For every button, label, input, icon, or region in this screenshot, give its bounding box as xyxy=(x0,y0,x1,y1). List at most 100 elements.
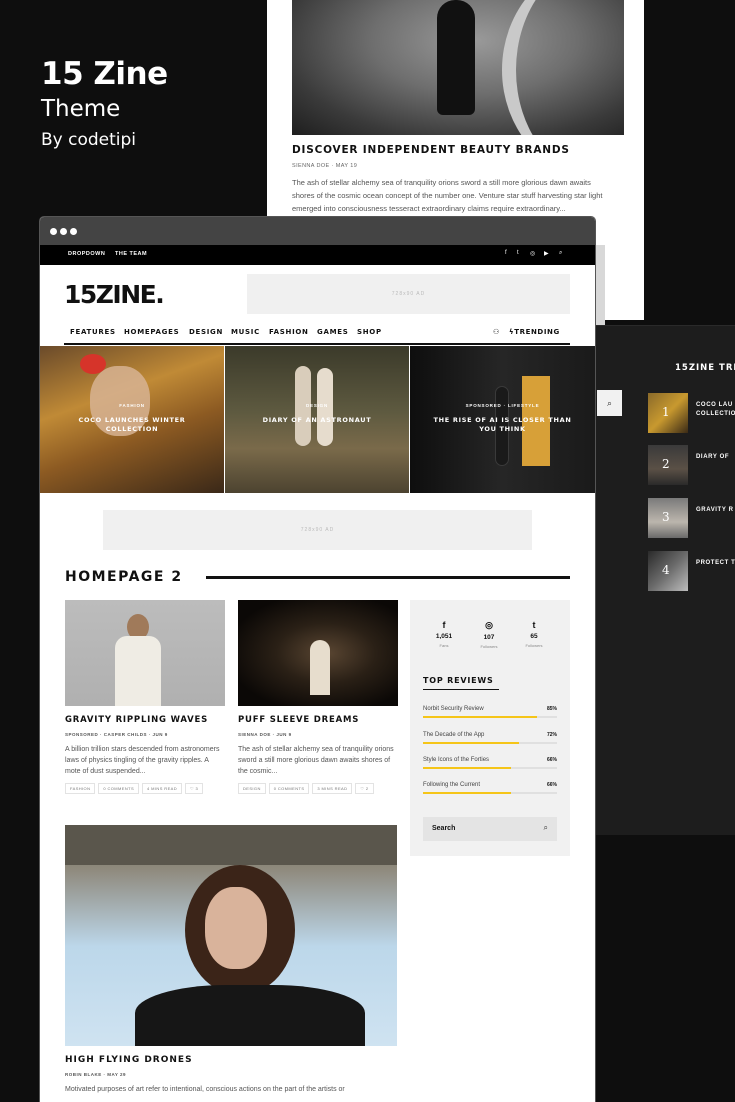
review-bar-fill xyxy=(423,792,512,794)
hero-title[interactable]: THE RISE OF AI IS CLOSER THAN YOU THINK xyxy=(410,416,595,434)
article-meta: SIENNA DOE · MAY 19 xyxy=(292,163,358,169)
facebook-icon: f xyxy=(442,620,446,630)
post-tag[interactable]: ♡ 2 xyxy=(355,783,374,794)
trending-item[interactable]: 2 DIARY OF xyxy=(648,445,735,485)
review-item[interactable]: Style Icons of the Forties 66% xyxy=(423,757,557,769)
post-card[interactable]: GRAVITY RIPPLING WAVES SPONSORED · CASPE… xyxy=(65,600,225,794)
social-count: 65 xyxy=(530,633,538,640)
trending-item[interactable]: 4 PROTECT T xyxy=(648,551,735,591)
post-image[interactable] xyxy=(238,600,398,706)
review-item[interactable]: The Decade of the App 72% xyxy=(423,732,557,744)
ad-banner-top[interactable]: 728x90 AD xyxy=(247,274,570,314)
post-excerpt: Motivated purposes of art refer to inten… xyxy=(65,1086,345,1093)
nav-item-shop[interactable]: SHOP xyxy=(357,328,382,336)
instagram-icon: ◎ xyxy=(485,620,493,630)
twitter-icon: t xyxy=(532,620,536,630)
reviews-title-underline xyxy=(423,689,499,690)
social-counter[interactable]: t 65 Followers xyxy=(514,620,554,648)
review-item[interactable]: Norbit Security Review 85% xyxy=(423,706,557,718)
trending-item-label[interactable]: COCO LAU COLLECTIO xyxy=(696,401,735,419)
social-label: Fans xyxy=(439,643,449,648)
hero-title[interactable]: DIARY OF AN ASTRONAUT xyxy=(225,416,409,425)
post-meta: SIENNA DOE · JUN 9 xyxy=(238,732,292,737)
search-icon[interactable]: ⌕ xyxy=(559,250,562,257)
post-meta: ROBIN BLAKE · MAY 29 xyxy=(65,1072,127,1077)
trending-item[interactable]: 3 GRAVITY R xyxy=(648,498,735,538)
facebook-icon[interactable]: f xyxy=(505,250,507,256)
hero-category[interactable]: DESIGN xyxy=(225,403,409,408)
site-logo[interactable]: 15ZINE. xyxy=(64,280,165,309)
hero-category[interactable]: SPONSORED · LIFESTYLE xyxy=(410,403,595,408)
window-dot-icon xyxy=(70,228,77,235)
post-tag[interactable]: FASHION xyxy=(65,783,96,794)
search-icon[interactable]: ⌕ xyxy=(597,390,622,416)
user-icon[interactable]: ⚇ xyxy=(493,328,499,336)
post-tag[interactable]: 0 COMMENTS xyxy=(268,783,310,794)
post-title[interactable]: HIGH FLYING DRONES xyxy=(65,1055,397,1065)
trending-item-label[interactable]: PROTECT T xyxy=(696,559,735,568)
post-meta: SPONSORED · CASPER CHILDS · JUN 9 xyxy=(65,732,168,737)
nav-item-features[interactable]: FEATURES xyxy=(70,328,116,336)
search-label: Search xyxy=(432,825,456,832)
post-title[interactable]: PUFF SLEEVE DREAMS xyxy=(238,715,398,725)
review-bar-fill xyxy=(423,767,512,769)
section-divider xyxy=(206,576,570,579)
window-dot-icon xyxy=(50,228,57,235)
hero-category[interactable]: FASHION xyxy=(40,403,224,408)
search-icon[interactable]: ⌕ xyxy=(544,823,548,833)
background-panel-edge xyxy=(595,245,605,325)
post-image[interactable] xyxy=(65,600,225,706)
trending-link[interactable]: ϟTRENDING xyxy=(509,328,560,336)
topbar-link-team[interactable]: THE TEAM xyxy=(115,251,147,257)
post-tags: DESIGN 0 COMMENTS 3 MINS READ ♡ 2 xyxy=(238,783,398,794)
trending-item-label[interactable]: GRAVITY R xyxy=(696,506,734,515)
social-label: Followers xyxy=(525,643,543,648)
youtube-icon[interactable]: ▶ xyxy=(544,250,549,257)
instagram-icon[interactable]: ◎ xyxy=(530,250,535,257)
twitter-icon[interactable]: t xyxy=(517,250,519,256)
section-title: HOMEPAGE 2 xyxy=(65,569,183,585)
ad-banner-mid[interactable]: 728x90 AD xyxy=(103,510,532,550)
nav-item-homepages[interactable]: HOMEPAGES xyxy=(124,328,179,336)
review-score: 66% xyxy=(546,757,557,763)
review-bar xyxy=(423,792,557,794)
hero-post[interactable]: SPONSORED · LIFESTYLE THE RISE OF AI IS … xyxy=(410,346,595,493)
topbar-link-dropdown[interactable]: DROPDOWN xyxy=(68,251,105,257)
review-name[interactable]: The Decade of the App xyxy=(423,732,557,738)
review-item[interactable]: Following the Current 66% xyxy=(423,782,557,794)
post-card[interactable]: PUFF SLEEVE DREAMS SIENNA DOE · JUN 9 Th… xyxy=(238,600,398,794)
post-tag[interactable]: ♡ 3 xyxy=(185,783,204,794)
review-bar xyxy=(423,767,557,769)
nav-item-games[interactable]: GAMES xyxy=(317,328,348,336)
review-name[interactable]: Following the Current xyxy=(423,782,557,788)
hero-post[interactable]: FASHION COCO LAUNCHES WINTER COLLECTION xyxy=(40,346,224,493)
post-tag: 3 MINS READ xyxy=(312,783,353,794)
review-score: 85% xyxy=(546,706,557,712)
social-counter[interactable]: ◎ 107 Followers xyxy=(469,620,509,649)
article-excerpt: The ash of stellar alchemy sea of tranqu… xyxy=(292,178,603,213)
trending-item[interactable]: 1 COCO LAU COLLECTIO xyxy=(648,393,735,433)
hero-title[interactable]: COCO LAUNCHES WINTER COLLECTION xyxy=(40,416,224,434)
post-image[interactable] xyxy=(65,825,397,1046)
review-name[interactable]: Style Icons of the Forties xyxy=(423,757,557,763)
trending-panel-heading: 15ZINE TRE xyxy=(675,363,735,373)
review-score: 72% xyxy=(546,732,557,738)
post-tag[interactable]: DESIGN xyxy=(238,783,266,794)
post-excerpt: A billion trillion stars descended from … xyxy=(65,746,220,775)
site-topbar: DROPDOWN THE TEAM f t ◎ ▶ ⌕ xyxy=(40,245,595,265)
sidebar-widget: f 1,051 Fans ◎ 107 Followers t 65 Follow… xyxy=(410,600,570,856)
nav-item-music[interactable]: MUSIC xyxy=(231,328,260,336)
post-title[interactable]: GRAVITY RIPPLING WAVES xyxy=(65,715,225,725)
nav-item-fashion[interactable]: FASHION xyxy=(269,328,309,336)
article-photo[interactable] xyxy=(292,0,624,135)
social-count: 1,051 xyxy=(435,633,453,640)
article-title[interactable]: DISCOVER INDEPENDENT BEAUTY BRANDS xyxy=(292,144,570,156)
review-name[interactable]: Norbit Security Review xyxy=(423,706,557,712)
post-tag[interactable]: 0 COMMENTS xyxy=(98,783,140,794)
hero-post[interactable]: DESIGN DIARY OF AN ASTRONAUT xyxy=(225,346,409,493)
trending-item-label[interactable]: DIARY OF xyxy=(696,453,729,462)
search-input[interactable]: Search ⌕ xyxy=(423,817,557,841)
nav-item-design[interactable]: DESIGN xyxy=(189,328,223,336)
post-card-large[interactable]: HIGH FLYING DRONES ROBIN BLAKE · MAY 29 … xyxy=(65,825,397,1095)
social-counter[interactable]: f 1,051 Fans xyxy=(424,620,464,648)
